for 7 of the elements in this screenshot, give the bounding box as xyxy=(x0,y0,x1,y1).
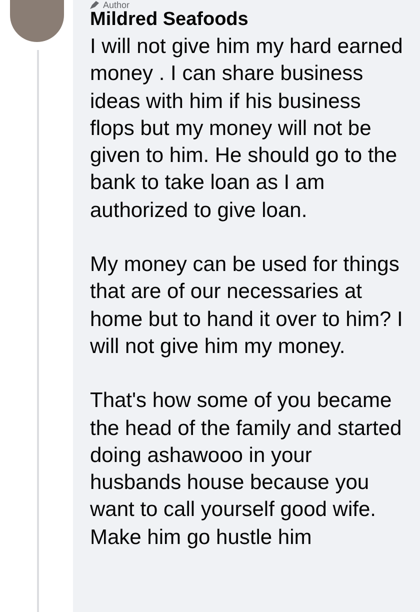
author-name[interactable]: Mildred Seafoods xyxy=(90,10,406,30)
author-label: Author xyxy=(103,0,130,10)
comment-text: My money can be used for things that are of our necessaries at home but to hand it over to him? I will not give him my money. xyxy=(90,252,404,360)
avatar[interactable] xyxy=(10,0,64,42)
pen-icon xyxy=(90,1,99,9)
comment-text: I will not give him my hard earned money . I can share business ideas with him if his business flops but my money will not be given to him. He should go to the bank to take loan as I am authorized to give loan. xyxy=(90,34,404,224)
comment-text: That's how some of you became the head of the family and started doing ashawooo in your husbands house because you want to call yourself good wife. Make him go hustle him xyxy=(90,388,403,551)
